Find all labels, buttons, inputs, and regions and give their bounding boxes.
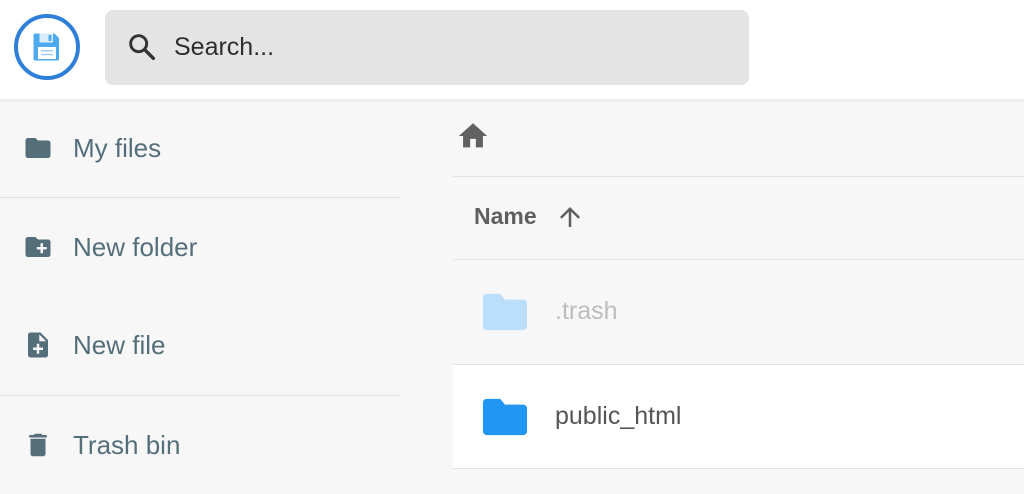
sidebar: My files New folder New file Trash bin bbox=[0, 99, 453, 494]
app-header bbox=[0, 0, 1024, 99]
search-icon[interactable] bbox=[126, 31, 158, 63]
sidebar-item-new-file[interactable]: New file bbox=[0, 296, 400, 394]
column-header: Name bbox=[453, 177, 1024, 260]
folder-icon bbox=[21, 131, 55, 165]
file-plus-icon bbox=[21, 328, 55, 362]
row-divider bbox=[453, 468, 1024, 469]
folder-plus-icon bbox=[21, 230, 55, 264]
sidebar-item-trash-bin[interactable]: Trash bin bbox=[0, 396, 400, 494]
sidebar-item-label: New folder bbox=[73, 231, 198, 262]
column-header-name[interactable]: Name bbox=[474, 203, 537, 230]
app-logo[interactable] bbox=[14, 14, 80, 80]
file-name: public_html bbox=[555, 402, 682, 430]
trash-icon bbox=[21, 428, 55, 462]
folder-icon bbox=[482, 293, 528, 331]
sidebar-item-label: My files bbox=[73, 132, 162, 163]
sidebar-item-label: New file bbox=[73, 329, 166, 360]
file-list-panel: Name .trash public_html bbox=[453, 99, 1024, 494]
arrow-up-icon[interactable] bbox=[555, 201, 585, 233]
sidebar-item-new-folder[interactable]: New folder bbox=[0, 198, 400, 296]
home-icon[interactable] bbox=[456, 119, 490, 153]
floppy-disk-icon bbox=[33, 33, 59, 61]
file-row-public-html[interactable]: public_html bbox=[453, 365, 1024, 468]
file-name: .trash bbox=[555, 297, 618, 325]
file-row-trash[interactable]: .trash bbox=[453, 260, 1024, 364]
folder-icon bbox=[482, 398, 528, 436]
sidebar-item-label: Trash bin bbox=[73, 429, 181, 460]
breadcrumb bbox=[453, 99, 1024, 176]
search-input[interactable] bbox=[174, 20, 734, 75]
sidebar-item-my-files[interactable]: My files bbox=[0, 99, 400, 197]
